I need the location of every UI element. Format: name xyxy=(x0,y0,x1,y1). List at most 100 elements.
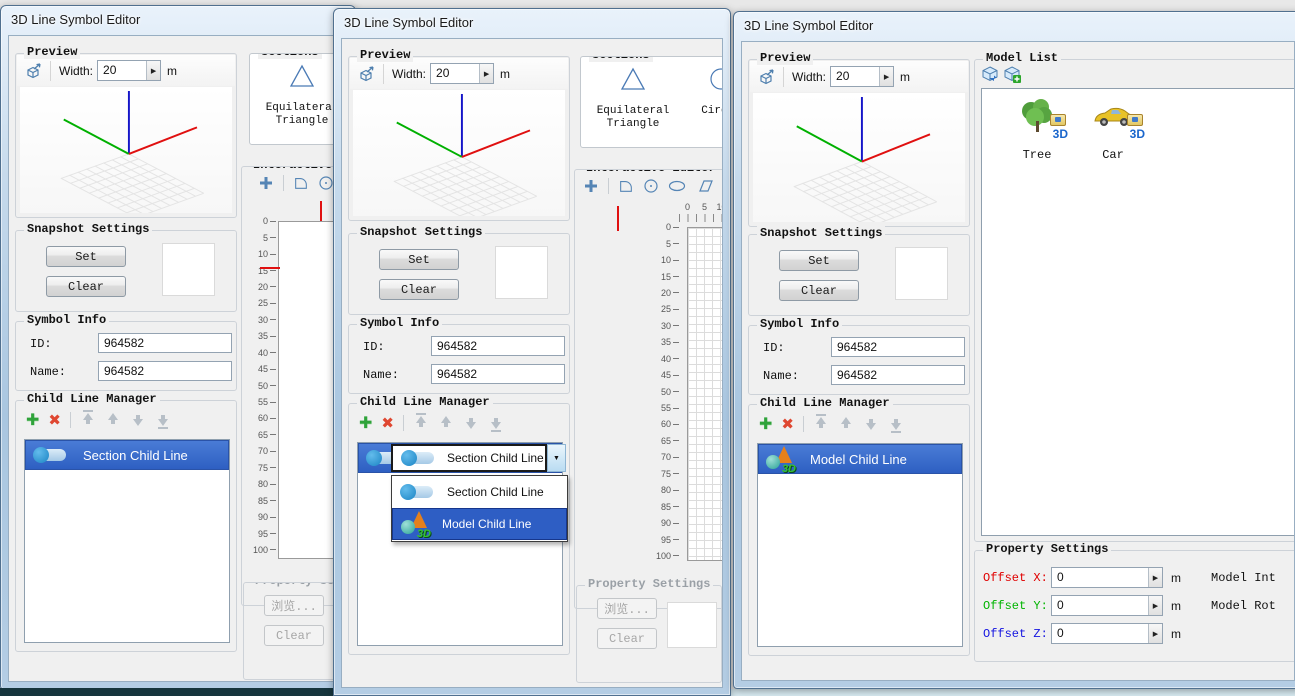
id-label: ID: xyxy=(363,340,385,354)
taskbar-strip xyxy=(731,689,1295,696)
move-icon[interactable] xyxy=(258,175,274,191)
preview-3d-view[interactable] xyxy=(353,90,565,216)
editor-canvas[interactable] xyxy=(687,227,723,561)
width-value[interactable]: 20 xyxy=(831,67,879,86)
snapshot-clear-button[interactable]: Clear xyxy=(379,279,459,300)
section-item-triangle[interactable]: Equilateral Triangle xyxy=(587,67,679,131)
delete-child-line-icon[interactable]: ✖ xyxy=(48,411,61,429)
snapshot-clear-button[interactable]: Clear xyxy=(46,276,126,297)
delete-child-line-icon[interactable]: ✖ xyxy=(781,415,794,433)
ruler-tick-label: 75 xyxy=(649,466,679,482)
model-item-car[interactable]: 3D Car xyxy=(1078,97,1148,162)
spinner-arrow-icon[interactable]: ▶ xyxy=(146,61,160,80)
snapshot-set-button[interactable]: Set xyxy=(379,249,459,270)
titlebar[interactable]: 3D Line Symbol Editor xyxy=(1,6,355,34)
move-top-icon[interactable] xyxy=(813,416,829,431)
move-bottom-icon[interactable] xyxy=(888,416,904,431)
move-up-icon[interactable] xyxy=(438,415,454,430)
ruler-tick-label: 15 xyxy=(649,268,679,284)
ruler-tick-label: 100 xyxy=(649,548,679,564)
spinner-arrow-icon[interactable]: ▶ xyxy=(879,67,893,86)
combo-option-section[interactable]: Section Child Line xyxy=(392,476,567,508)
spinner-arrow-icon[interactable]: ▶ xyxy=(479,64,493,83)
width-spinner[interactable]: 20 ▶ xyxy=(430,63,494,84)
pentagon-icon[interactable] xyxy=(722,178,723,194)
import-model-icon[interactable] xyxy=(981,66,999,83)
child-line-row-section[interactable]: Section Child Line xyxy=(25,440,229,470)
add-child-line-icon[interactable]: ✚ xyxy=(26,410,39,429)
desktop-bottom-strip xyxy=(0,688,333,696)
ruler-tick-label: 30 xyxy=(649,318,679,334)
id-field[interactable] xyxy=(98,333,232,353)
circle-icon[interactable] xyxy=(318,175,334,191)
toolbar-separator xyxy=(783,67,784,87)
offset-z-spinner[interactable]: 0 ▶ xyxy=(1051,623,1163,644)
preview-3d-view[interactable] xyxy=(753,93,965,222)
offset-y-spinner[interactable]: 0 ▶ xyxy=(1051,595,1163,616)
width-spinner[interactable]: 20 ▶ xyxy=(97,60,161,81)
window-title: 3D Line Symbol Editor xyxy=(11,12,140,27)
preview-toolbar: Width: 20 ▶ m xyxy=(350,58,568,89)
chevron-down-icon: ▼ xyxy=(553,455,560,462)
add-child-line-icon[interactable]: ✚ xyxy=(759,414,772,433)
snapshot-clear-button[interactable]: Clear xyxy=(779,280,859,301)
section-item-circle[interactable]: Circle xyxy=(689,67,723,118)
titlebar[interactable]: 3D Line Symbol Editor xyxy=(334,9,730,37)
combo-option-model[interactable]: 3D Model Child Line xyxy=(392,508,567,540)
move-down-icon[interactable] xyxy=(130,412,146,427)
snapshot-set-button[interactable]: Set xyxy=(46,246,126,267)
snapshot-preview-box xyxy=(495,246,548,299)
spinner-arrow-icon[interactable]: ▶ xyxy=(1148,624,1162,643)
child-line-type-combo[interactable]: Section Child Line xyxy=(391,444,547,472)
ruler-tick-label: 25 xyxy=(246,295,276,311)
property-settings-group: Property Settings Offset X: 0 ▶ m Model … xyxy=(974,550,1295,662)
move-icon[interactable] xyxy=(583,178,599,194)
move-up-icon[interactable] xyxy=(105,412,121,427)
model-list: 3D Tree xyxy=(981,88,1295,536)
offset-x-spinner[interactable]: 0 ▶ xyxy=(1051,567,1163,588)
offset-y-value[interactable]: 0 xyxy=(1052,596,1148,615)
model-clear-label: Clear xyxy=(276,629,312,643)
width-value[interactable]: 20 xyxy=(431,64,479,83)
offset-x-value[interactable]: 0 xyxy=(1052,568,1148,587)
move-bottom-icon[interactable] xyxy=(155,412,171,427)
sector-icon[interactable] xyxy=(293,175,309,191)
parallelogram-icon[interactable] xyxy=(695,178,713,194)
move-top-icon[interactable] xyxy=(413,415,429,430)
width-value[interactable]: 20 xyxy=(98,61,146,80)
id-field[interactable] xyxy=(831,337,965,357)
delete-child-line-icon[interactable]: ✖ xyxy=(381,414,394,432)
move-down-icon[interactable] xyxy=(863,416,879,431)
spinner-arrow-icon[interactable]: ▶ xyxy=(1148,568,1162,587)
id-field[interactable] xyxy=(431,336,565,356)
circle-icon[interactable] xyxy=(643,178,659,194)
offset-x-unit: m xyxy=(1171,571,1181,585)
snapshot-set-button[interactable]: Set xyxy=(779,250,859,271)
name-field[interactable] xyxy=(431,364,565,384)
model-item-tree[interactable]: 3D Tree xyxy=(1002,97,1072,162)
ellipse-icon[interactable] xyxy=(668,178,686,194)
ruler-tick-label: 80 xyxy=(246,476,276,492)
offset-z-value[interactable]: 0 xyxy=(1052,624,1148,643)
width-spinner[interactable]: 20 ▶ xyxy=(830,66,894,87)
name-field[interactable] xyxy=(98,361,232,381)
ruler-tick-label: 40 xyxy=(246,345,276,361)
preview-3d-view[interactable] xyxy=(20,87,232,213)
spinner-arrow-icon[interactable]: ▶ xyxy=(1148,596,1162,615)
add-model-icon[interactable] xyxy=(1003,66,1021,83)
toolbar-separator xyxy=(50,61,51,81)
camera-reset-icon[interactable] xyxy=(758,69,775,85)
sector-icon[interactable] xyxy=(618,178,634,194)
name-field[interactable] xyxy=(831,365,965,385)
camera-reset-icon[interactable] xyxy=(358,66,375,82)
clear-button-label: Clear xyxy=(68,280,104,294)
move-bottom-icon[interactable] xyxy=(488,415,504,430)
titlebar[interactable]: 3D Line Symbol Editor xyxy=(734,12,1295,40)
child-line-row-model[interactable]: 3D Model Child Line xyxy=(758,444,962,474)
move-top-icon[interactable] xyxy=(80,412,96,427)
camera-reset-icon[interactable] xyxy=(25,63,42,79)
add-child-line-icon[interactable]: ✚ xyxy=(359,413,372,432)
move-up-icon[interactable] xyxy=(838,416,854,431)
combo-dropdown-button[interactable]: ▼ xyxy=(547,444,566,472)
move-down-icon[interactable] xyxy=(463,415,479,430)
